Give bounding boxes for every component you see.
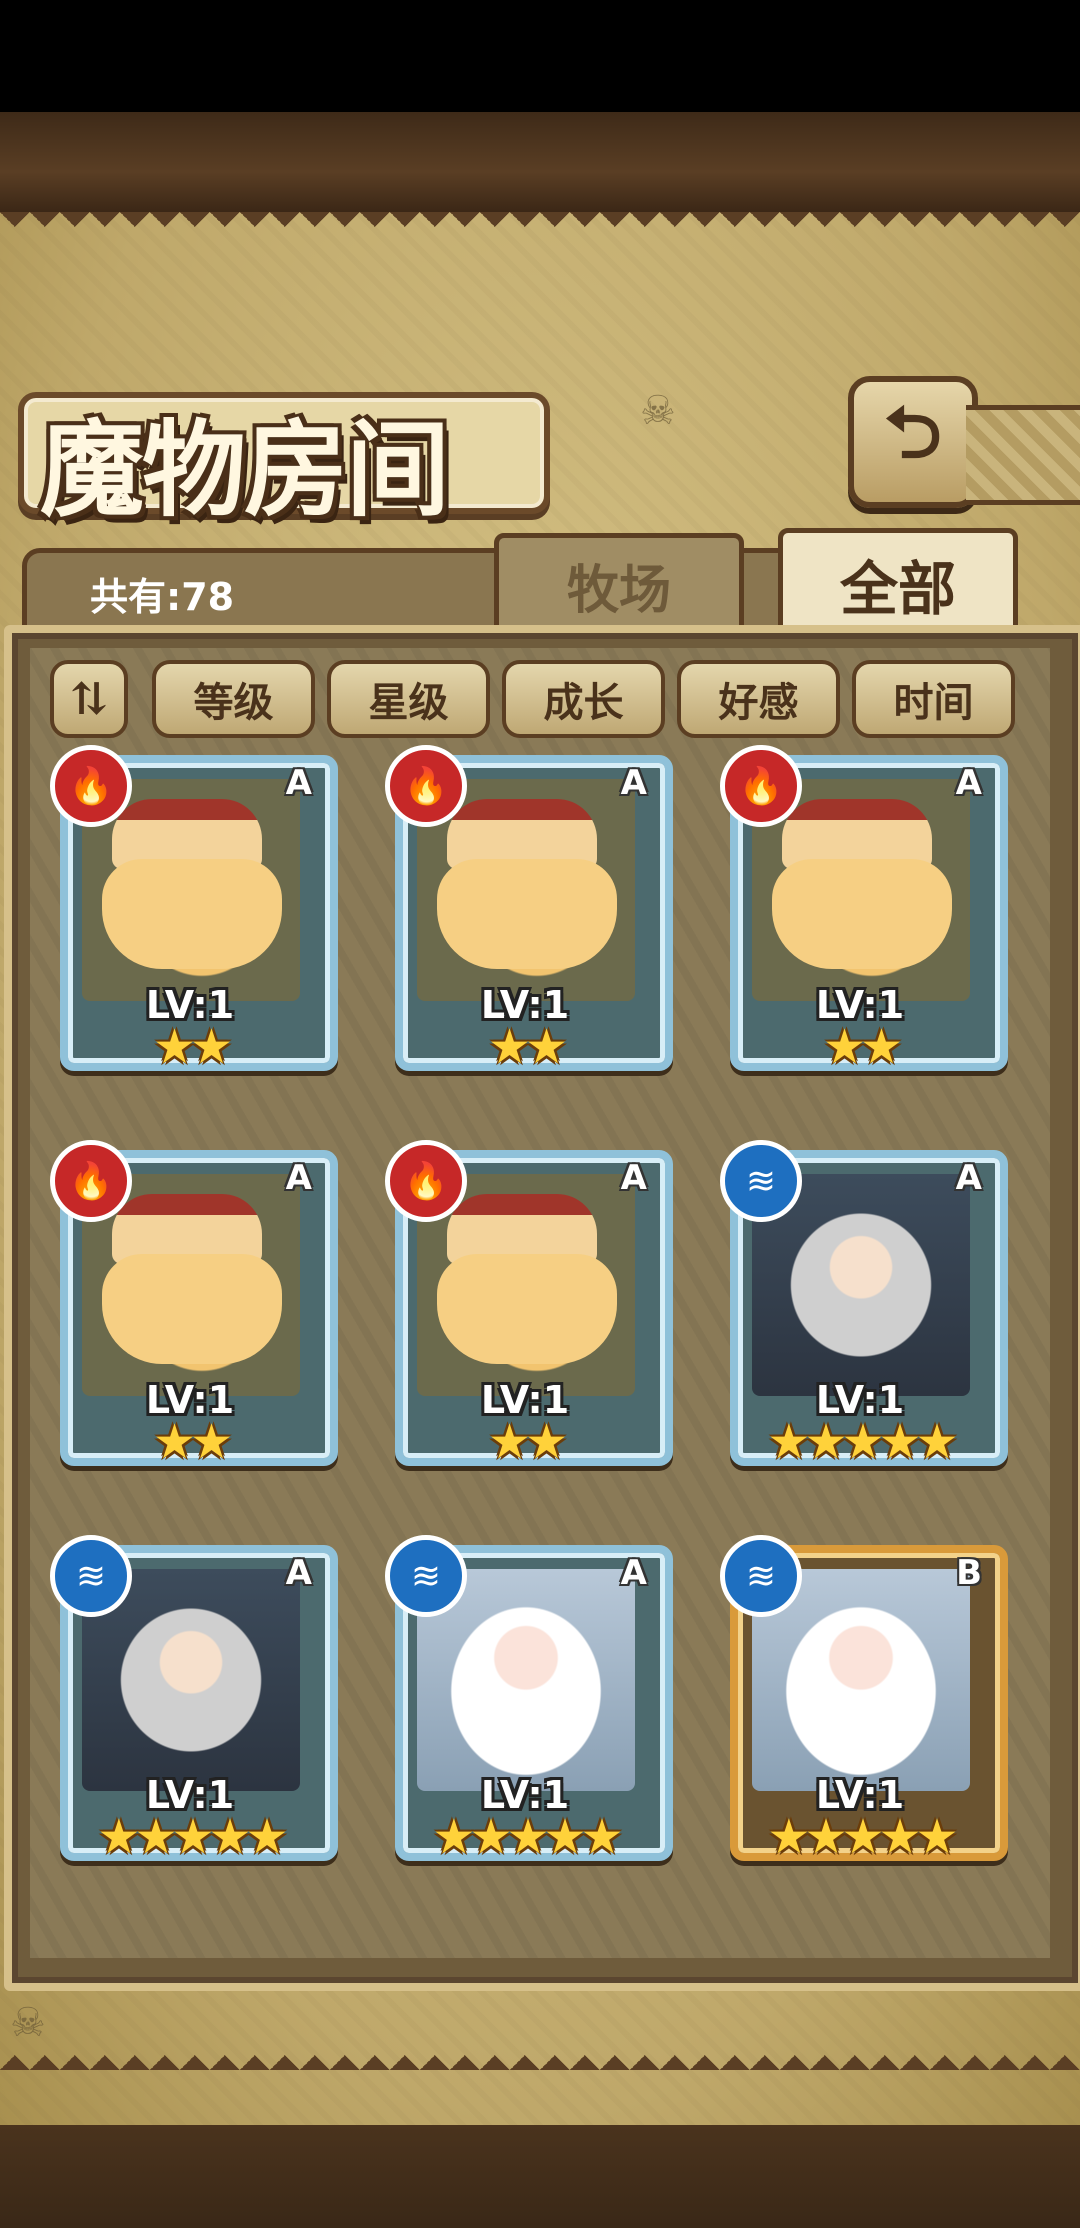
sort-star-label: 星级 [368, 679, 449, 726]
fire-element-icon: 🔥 [720, 745, 802, 827]
monster-card[interactable]: 🔥 A LV:1 ★★ [50, 1140, 338, 1470]
fire-element-icon: 🔥 [50, 1140, 132, 1222]
monster-card[interactable]: ≋ B LV:1 ★★★★★ [720, 1535, 1008, 1865]
star-rating: ★★★★★ [767, 1809, 958, 1865]
back-rail [966, 405, 1080, 505]
rank-badge: A [620, 763, 647, 803]
monster-card[interactable]: 🔥 A LV:1 ★★ [50, 745, 338, 1075]
star-rating: ★★★★★ [432, 1809, 623, 1865]
water-element-icon: ≋ [50, 1535, 132, 1617]
page-title: 魔物房间 [40, 408, 450, 531]
star-rating: ★★ [152, 1414, 233, 1470]
sort-level-button[interactable]: 等级 [152, 660, 315, 738]
rank-badge: A [620, 1553, 647, 1593]
back-button[interactable]: ⮌ [848, 376, 978, 508]
sort-time-button[interactable]: 时间 [852, 660, 1015, 738]
rank-badge: B [956, 1553, 982, 1593]
top-wood-frame [0, 112, 1080, 212]
back-arrow-icon: ⮌ [884, 390, 942, 474]
sort-star-button[interactable]: 星级 [327, 660, 490, 738]
tab-ranch[interactable]: 牧场 [494, 533, 744, 638]
sort-order-toggle[interactable]: ⇅ [50, 660, 128, 738]
monster-card[interactable]: ≋ A LV:1 ★★★★★ [385, 1535, 673, 1865]
rank-badge: A [620, 1158, 647, 1198]
rank-badge: A [285, 763, 312, 803]
star-rating: ★★ [822, 1019, 903, 1075]
sort-affection-button[interactable]: 好感 [677, 660, 840, 738]
sort-growth-button[interactable]: 成长 [502, 660, 665, 738]
bottom-zigzag-border [0, 2040, 1080, 2070]
fire-element-icon: 🔥 [385, 745, 467, 827]
star-rating: ★★★★★ [767, 1414, 958, 1470]
monster-count: 共有:78 [90, 575, 235, 619]
bottom-wood-frame [0, 2125, 1080, 2228]
status-bar [0, 0, 1080, 112]
star-rating: ★★ [152, 1019, 233, 1075]
tab-all-label: 全部 [839, 555, 956, 623]
water-element-icon: ≋ [385, 1535, 467, 1617]
star-rating: ★★ [487, 1414, 568, 1470]
tab-ranch-label: 牧场 [566, 560, 671, 621]
top-zigzag-border [0, 212, 1080, 242]
water-element-icon: ≋ [720, 1535, 802, 1617]
sort-affection-label: 好感 [718, 679, 799, 726]
rank-badge: A [955, 1158, 982, 1198]
skull-icon: ☠ [10, 2000, 46, 2046]
sort-order-icon: ⇅ [70, 673, 108, 725]
sort-growth-label: 成长 [543, 679, 624, 726]
rank-badge: A [285, 1553, 312, 1593]
tab-all[interactable]: 全部 [778, 528, 1018, 640]
monster-card[interactable]: 🔥 A LV:1 ★★ [385, 745, 673, 1075]
fire-element-icon: 🔥 [385, 1140, 467, 1222]
star-rating: ★★ [487, 1019, 568, 1075]
monster-card[interactable]: ≋ A LV:1 ★★★★★ [50, 1535, 338, 1865]
sort-level-label: 等级 [193, 679, 274, 726]
star-rating: ★★★★★ [97, 1809, 288, 1865]
sort-time-label: 时间 [893, 679, 974, 726]
rank-badge: A [285, 1158, 312, 1198]
rank-badge: A [955, 763, 982, 803]
skull-icon: ☠ [640, 388, 676, 434]
monster-card[interactable]: 🔥 A LV:1 ★★ [385, 1140, 673, 1470]
monster-card[interactable]: ≋ A LV:1 ★★★★★ [720, 1140, 1008, 1470]
fire-element-icon: 🔥 [50, 745, 132, 827]
monster-card[interactable]: 🔥 A LV:1 ★★ [720, 745, 1008, 1075]
water-element-icon: ≋ [720, 1140, 802, 1222]
